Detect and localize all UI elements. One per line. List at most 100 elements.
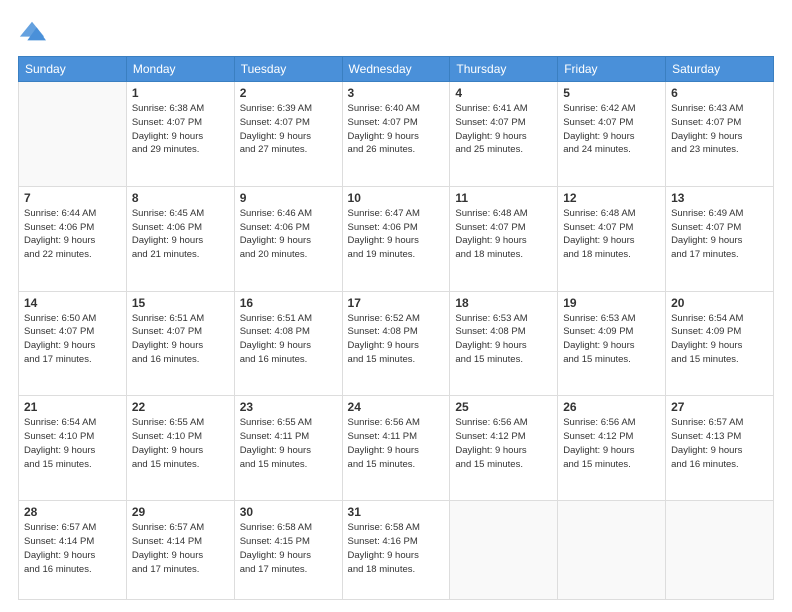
weekday-header-monday: Monday (126, 57, 234, 82)
day-number: 4 (455, 86, 552, 100)
weekday-header-sunday: Sunday (19, 57, 127, 82)
calendar-cell: 7 Sunrise: 6:44 AMSunset: 4:06 PMDaylight… (19, 186, 127, 291)
calendar-table: SundayMondayTuesdayWednesdayThursdayFrid… (18, 56, 774, 600)
calendar-cell: 11Sunrise: 6:48 AMSunset: 4:07 PMDayligh… (450, 186, 558, 291)
calendar-cell: 19Sunrise: 6:53 AMSunset: 4:09 PMDayligh… (558, 291, 666, 396)
calendar-cell: 2 Sunrise: 6:39 AMSunset: 4:07 PMDaylight… (234, 82, 342, 187)
day-info: Sunrise: 6:45 AMSunset: 4:06 PMDaylight:… (132, 207, 229, 262)
calendar-cell: 4 Sunrise: 6:41 AMSunset: 4:07 PMDaylight… (450, 82, 558, 187)
calendar-cell (666, 501, 774, 600)
day-number: 19 (563, 296, 660, 310)
calendar-cell: 26 Sunrise: 6:56 AMSunset: 4:12 PMDayligh… (558, 396, 666, 501)
day-number: 1 (132, 86, 229, 100)
day-number: 21 (24, 400, 121, 414)
day-number: 23 (240, 400, 337, 414)
day-info: Sunrise: 6:47 AMSunset: 4:06 PMDaylight:… (348, 207, 445, 262)
day-info: Sunrise: 6:55 AMSunset: 4:11 PMDaylight:… (240, 416, 337, 471)
day-number: 3 (348, 86, 445, 100)
week-row-3: 14 Sunrise: 6:50 AMSunset: 4:07 PMDayligh… (19, 291, 774, 396)
page: SundayMondayTuesdayWednesdayThursdayFrid… (0, 0, 792, 612)
day-info: Sunrise: 6:57 AMSunset: 4:13 PMDaylight:… (671, 416, 768, 471)
week-row-2: 7 Sunrise: 6:44 AMSunset: 4:06 PMDaylight… (19, 186, 774, 291)
day-info: Sunrise: 6:57 AMSunset: 4:14 PMDaylight:… (132, 521, 229, 576)
calendar-cell: 9 Sunrise: 6:46 AMSunset: 4:06 PMDaylight… (234, 186, 342, 291)
day-info: Sunrise: 6:48 AMSunset: 4:07 PMDaylight:… (563, 207, 660, 262)
day-info: Sunrise: 6:55 AMSunset: 4:10 PMDaylight:… (132, 416, 229, 471)
weekday-header-row: SundayMondayTuesdayWednesdayThursdayFrid… (19, 57, 774, 82)
day-info: Sunrise: 6:51 AMSunset: 4:08 PMDaylight:… (240, 312, 337, 367)
calendar-cell: 27Sunrise: 6:57 AMSunset: 4:13 PMDayligh… (666, 396, 774, 501)
calendar-cell: 12 Sunrise: 6:48 AMSunset: 4:07 PMDayligh… (558, 186, 666, 291)
day-info: Sunrise: 6:43 AMSunset: 4:07 PMDaylight:… (671, 102, 768, 157)
calendar-cell (450, 501, 558, 600)
day-info: Sunrise: 6:48 AMSunset: 4:07 PMDaylight:… (455, 207, 552, 262)
calendar-cell: 18 Sunrise: 6:53 AMSunset: 4:08 PMDayligh… (450, 291, 558, 396)
day-info: Sunrise: 6:56 AMSunset: 4:11 PMDaylight:… (348, 416, 445, 471)
day-number: 7 (24, 191, 121, 205)
calendar-cell: 16 Sunrise: 6:51 AMSunset: 4:08 PMDayligh… (234, 291, 342, 396)
calendar-cell: 30 Sunrise: 6:58 AMSunset: 4:15 PMDayligh… (234, 501, 342, 600)
day-number: 30 (240, 505, 337, 519)
day-number: 28 (24, 505, 121, 519)
calendar-cell: 29 Sunrise: 6:57 AMSunset: 4:14 PMDayligh… (126, 501, 234, 600)
calendar-cell: 23 Sunrise: 6:55 AMSunset: 4:11 PMDayligh… (234, 396, 342, 501)
day-info: Sunrise: 6:58 AMSunset: 4:15 PMDaylight:… (240, 521, 337, 576)
calendar-cell: 20 Sunrise: 6:54 AMSunset: 4:09 PMDayligh… (666, 291, 774, 396)
calendar-cell: 14 Sunrise: 6:50 AMSunset: 4:07 PMDayligh… (19, 291, 127, 396)
calendar-cell: 15 Sunrise: 6:51 AMSunset: 4:07 PMDayligh… (126, 291, 234, 396)
day-number: 2 (240, 86, 337, 100)
calendar-cell: 10 Sunrise: 6:47 AMSunset: 4:06 PMDayligh… (342, 186, 450, 291)
week-row-4: 21 Sunrise: 6:54 AMSunset: 4:10 PMDayligh… (19, 396, 774, 501)
day-number: 13 (671, 191, 768, 205)
day-number: 16 (240, 296, 337, 310)
calendar-cell: 8 Sunrise: 6:45 AMSunset: 4:06 PMDaylight… (126, 186, 234, 291)
weekday-header-saturday: Saturday (666, 57, 774, 82)
day-info: Sunrise: 6:44 AMSunset: 4:06 PMDaylight:… (24, 207, 121, 262)
day-number: 9 (240, 191, 337, 205)
weekday-header-tuesday: Tuesday (234, 57, 342, 82)
day-number: 10 (348, 191, 445, 205)
logo (18, 18, 50, 46)
day-number: 26 (563, 400, 660, 414)
weekday-header-wednesday: Wednesday (342, 57, 450, 82)
weekday-header-thursday: Thursday (450, 57, 558, 82)
day-info: Sunrise: 6:56 AMSunset: 4:12 PMDaylight:… (455, 416, 552, 471)
calendar-cell: 5Sunrise: 6:42 AMSunset: 4:07 PMDaylight… (558, 82, 666, 187)
day-info: Sunrise: 6:50 AMSunset: 4:07 PMDaylight:… (24, 312, 121, 367)
day-info: Sunrise: 6:39 AMSunset: 4:07 PMDaylight:… (240, 102, 337, 157)
day-info: Sunrise: 6:58 AMSunset: 4:16 PMDaylight:… (348, 521, 445, 576)
day-info: Sunrise: 6:51 AMSunset: 4:07 PMDaylight:… (132, 312, 229, 367)
day-number: 15 (132, 296, 229, 310)
week-row-5: 28 Sunrise: 6:57 AMSunset: 4:14 PMDayligh… (19, 501, 774, 600)
day-number: 18 (455, 296, 552, 310)
logo-icon (18, 18, 46, 46)
day-number: 31 (348, 505, 445, 519)
calendar-cell: 17 Sunrise: 6:52 AMSunset: 4:08 PMDayligh… (342, 291, 450, 396)
header (18, 18, 774, 46)
day-number: 29 (132, 505, 229, 519)
day-info: Sunrise: 6:53 AMSunset: 4:08 PMDaylight:… (455, 312, 552, 367)
day-number: 20 (671, 296, 768, 310)
day-info: Sunrise: 6:56 AMSunset: 4:12 PMDaylight:… (563, 416, 660, 471)
calendar-cell: 22 Sunrise: 6:55 AMSunset: 4:10 PMDayligh… (126, 396, 234, 501)
calendar-cell (558, 501, 666, 600)
day-number: 25 (455, 400, 552, 414)
day-number: 12 (563, 191, 660, 205)
day-number: 24 (348, 400, 445, 414)
day-info: Sunrise: 6:46 AMSunset: 4:06 PMDaylight:… (240, 207, 337, 262)
day-number: 8 (132, 191, 229, 205)
week-row-1: 1Sunrise: 6:38 AMSunset: 4:07 PMDaylight… (19, 82, 774, 187)
day-number: 14 (24, 296, 121, 310)
day-info: Sunrise: 6:41 AMSunset: 4:07 PMDaylight:… (455, 102, 552, 157)
day-info: Sunrise: 6:54 AMSunset: 4:09 PMDaylight:… (671, 312, 768, 367)
day-info: Sunrise: 6:49 AMSunset: 4:07 PMDaylight:… (671, 207, 768, 262)
day-info: Sunrise: 6:54 AMSunset: 4:10 PMDaylight:… (24, 416, 121, 471)
calendar-cell: 31 Sunrise: 6:58 AMSunset: 4:16 PMDayligh… (342, 501, 450, 600)
day-number: 5 (563, 86, 660, 100)
calendar-cell: 13 Sunrise: 6:49 AMSunset: 4:07 PMDayligh… (666, 186, 774, 291)
day-number: 17 (348, 296, 445, 310)
day-number: 6 (671, 86, 768, 100)
day-info: Sunrise: 6:52 AMSunset: 4:08 PMDaylight:… (348, 312, 445, 367)
day-number: 22 (132, 400, 229, 414)
calendar-cell: 6 Sunrise: 6:43 AMSunset: 4:07 PMDaylight… (666, 82, 774, 187)
